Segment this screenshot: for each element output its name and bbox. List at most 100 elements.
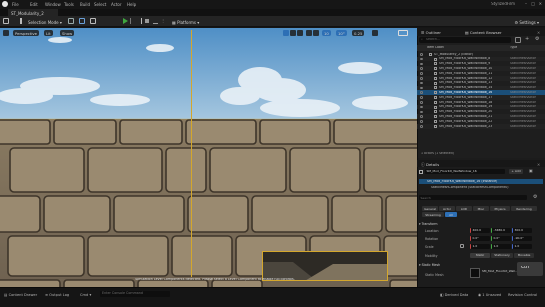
minimize-icon[interactable]: – [525, 2, 527, 6]
menu-window[interactable]: Window [45, 2, 61, 7]
menu-file[interactable]: File [12, 2, 19, 7]
close-tab-icon[interactable]: ✕ [537, 30, 540, 35]
blueprint-icon[interactable] [79, 18, 85, 24]
static-mesh-thumbnail[interactable] [470, 268, 480, 278]
mobility-movable[interactable]: Movable [514, 253, 534, 258]
visibility-eye-icon[interactable] [420, 91, 423, 94]
filter-all[interactable]: All [445, 212, 457, 217]
rotation-z-field[interactable]: -90.0° [512, 236, 532, 241]
outliner-row[interactable]: SM_Mod_FloorKit_WallWindow_23 StaticMeshA… [417, 124, 545, 129]
visibility-eye-icon[interactable] [420, 57, 423, 61]
menu-tools[interactable]: Tools [64, 2, 74, 7]
component-instance-row[interactable]: SM_Mod_FloorKit_WallWindow_16 (Instance) [419, 179, 543, 184]
stop-icon[interactable] [145, 19, 149, 23]
mobility-static[interactable]: Static [470, 253, 490, 258]
menu-help[interactable]: Help [127, 2, 136, 7]
filter-lod[interactable]: LOD [456, 206, 472, 211]
menu-actor[interactable]: Actor [111, 2, 122, 7]
lit-dropdown[interactable]: Lit [44, 30, 53, 36]
outliner-tab[interactable]: ☰ Outliner [421, 30, 441, 35]
visibility-eye-icon[interactable] [420, 62, 423, 66]
transform-section-header[interactable]: ▾ Transform [419, 222, 437, 226]
outliner-search-input[interactable]: ⌕ Search... [419, 37, 511, 43]
visibility-eye-icon[interactable] [420, 81, 423, 85]
revision-control-button[interactable]: Revision Control [508, 293, 537, 297]
outliner-settings-icon[interactable]: ⚙ [535, 36, 539, 42]
scale-x-field[interactable]: 1.0 [470, 244, 490, 249]
visibility-eye-icon[interactable] [420, 72, 423, 75]
unreal-logo-icon[interactable] [2, 1, 8, 7]
add-component-button[interactable]: + Add [509, 169, 523, 174]
filter-actor[interactable]: Actor [439, 206, 455, 211]
scale-z-field[interactable]: 1.0 [512, 244, 532, 249]
output-log-button[interactable]: ≡ Output Log [45, 293, 69, 297]
cinematics-icon[interactable] [90, 18, 96, 24]
menu-select[interactable]: Select [94, 2, 106, 7]
static-mesh-section-header[interactable]: ▾ Static Mesh [419, 263, 440, 267]
scale-icon[interactable] [297, 30, 303, 36]
location-x-field[interactable]: 400.0 [470, 228, 490, 233]
filter-streaming[interactable]: Streaming [422, 212, 444, 217]
visibility-eye-icon[interactable] [420, 96, 423, 99]
skip-icon[interactable] [138, 18, 142, 24]
show-dropdown[interactable]: Show [60, 30, 75, 36]
maximize-icon[interactable]: □ [531, 2, 535, 6]
details-tab[interactable]: ⓘ Details [421, 162, 439, 168]
platforms-dropdown[interactable]: ▦ Platforms ▾ [170, 18, 201, 25]
rotation-x-field[interactable]: 0.0° [470, 236, 490, 241]
menu-build[interactable]: Build [80, 2, 90, 7]
filter-general[interactable]: General [422, 206, 438, 211]
visibility-eye-icon[interactable] [420, 105, 423, 109]
component-row[interactable]: StaticMeshComponent (StaticMeshComponent… [419, 185, 543, 190]
rotate-icon[interactable] [290, 30, 296, 36]
filter-misc[interactable]: Misc [473, 206, 489, 211]
visibility-eye-icon[interactable] [420, 77, 423, 80]
add-content-icon[interactable] [68, 18, 74, 24]
visibility-eye-icon[interactable] [420, 101, 423, 104]
viewport-layout-icon[interactable] [398, 30, 408, 36]
surface-snap-icon[interactable] [313, 30, 319, 36]
location-z-field[interactable]: 300.0 [512, 228, 532, 233]
mode-icon[interactable] [20, 18, 25, 24]
filter-rendering[interactable]: Rendering [511, 206, 537, 211]
translate-icon[interactable] [283, 30, 289, 36]
actor-name-field[interactable]: SM_Mod_FloorKit_WallWindow_16 [425, 169, 505, 174]
blueprint-convert-icon[interactable]: ▣ [529, 169, 533, 173]
camera-speed-icon[interactable] [372, 30, 378, 36]
eject-icon[interactable] [153, 18, 158, 24]
mobility-stationary[interactable]: Stationary [491, 253, 513, 258]
play-icon[interactable] [123, 18, 128, 24]
scale-lock-icon[interactable] [460, 244, 464, 248]
cmd-dropdown[interactable]: Cmd ▾ [80, 293, 91, 297]
filter-physics[interactable]: Physics [490, 206, 510, 211]
more-options-icon[interactable]: ⋮ [161, 18, 165, 23]
grid-snap-toggle[interactable]: 10 [322, 30, 331, 36]
console-command-input[interactable]: Enter Console Command [100, 291, 170, 297]
content-drawer-button[interactable]: ▤ Content Drawer [4, 293, 37, 297]
location-y-field[interactable]: -3480.0 [491, 228, 511, 233]
filter-icon[interactable] [515, 37, 521, 43]
scale-y-field[interactable]: 1.0 [491, 244, 511, 249]
add-icon[interactable]: + [525, 36, 529, 42]
details-close-icon[interactable]: ✕ [537, 162, 540, 167]
document-tab[interactable]: ST_Modularity_2 [8, 9, 58, 16]
visibility-eye-icon[interactable] [420, 86, 423, 90]
visibility-eye-icon[interactable] [420, 115, 423, 118]
details-search-input[interactable]: Search [419, 195, 527, 200]
visibility-eye-icon[interactable] [420, 120, 423, 123]
selection-mode-dropdown[interactable]: Selection Mode ▾ [26, 18, 64, 25]
content-browser-tab[interactable]: ▤ Content Browser [465, 30, 502, 35]
scale-snap-toggle[interactable]: 0.25 [352, 30, 365, 36]
menu-edit[interactable]: Edit [30, 2, 38, 7]
perspective-dropdown[interactable]: Perspective [13, 30, 39, 36]
rotation-snap-toggle[interactable]: 10° [336, 30, 347, 36]
rotation-y-field[interactable]: 0.0° [491, 236, 511, 241]
play-options-icon[interactable] [130, 18, 135, 24]
derived-data-button[interactable]: ◧ Derived Data [440, 293, 468, 297]
col-type[interactable]: Type [510, 46, 517, 49]
save-icon[interactable] [3, 18, 9, 24]
world-local-icon[interactable] [306, 30, 312, 36]
viewport-menu-icon[interactable] [3, 30, 9, 36]
static-mesh-value[interactable]: SM_Mod_FloorKit_Wall... [482, 270, 518, 273]
visibility-eye-icon[interactable] [420, 53, 423, 56]
